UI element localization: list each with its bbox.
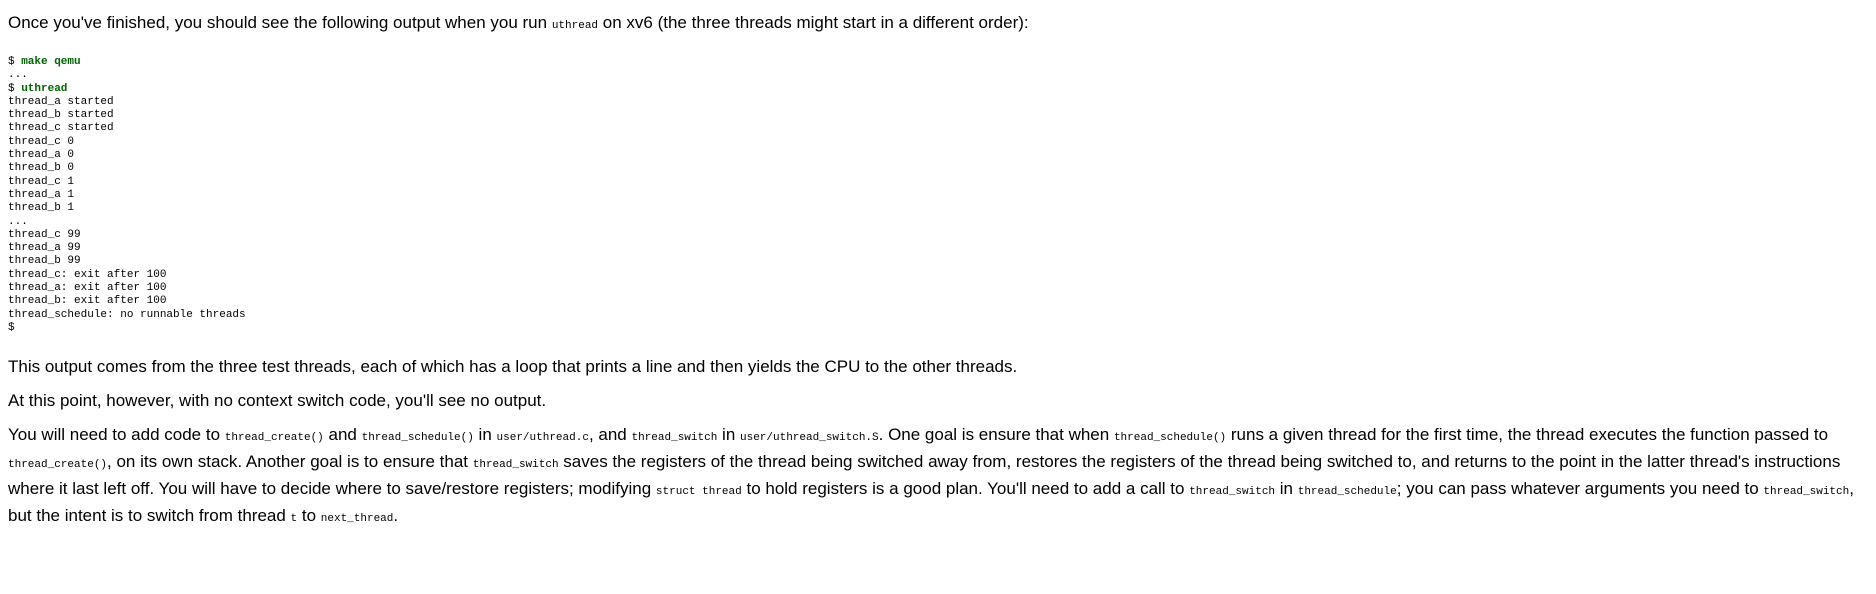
task-text: in bbox=[1275, 479, 1298, 499]
output-explanation-paragraph: This output comes from the three test th… bbox=[8, 357, 1018, 377]
command-make-qemu: make qemu bbox=[21, 56, 81, 68]
intro-text: Once you've finished, you should see the… bbox=[8, 13, 552, 32]
terminal-line: thread_b 99 bbox=[8, 255, 81, 268]
task-text: , and bbox=[588, 425, 632, 445]
shell-prompt: $ bbox=[8, 82, 22, 95]
terminal-line: thread_b started bbox=[8, 109, 114, 122]
intro-text: on xv6 (the three threads might start in… bbox=[598, 13, 1029, 32]
task-text: in bbox=[473, 425, 497, 445]
inline-code: user/uthread_switch.S bbox=[740, 432, 879, 445]
terminal-line: thread_a 0 bbox=[8, 149, 75, 162]
inline-code-uthread: uthread bbox=[551, 20, 599, 32]
terminal-line: thread_schedule: no runnable threads bbox=[8, 308, 246, 321]
inline-code: thread_create() bbox=[224, 432, 324, 445]
terminal-line: thread_a 99 bbox=[8, 242, 81, 255]
terminal-line: thread_b 1 bbox=[8, 202, 75, 215]
shell-prompt: $ bbox=[8, 56, 22, 68]
task-text: , on its own stack. Another goal is to e… bbox=[107, 452, 473, 472]
terminal-line: thread_b 0 bbox=[8, 162, 75, 175]
task-text: You will need to add code to bbox=[8, 425, 225, 445]
task-text: ; you can pass whatever arguments you ne… bbox=[1396, 479, 1764, 499]
terminal-line: thread_a: exit after 100 bbox=[8, 282, 167, 295]
inline-code: thread_switch bbox=[472, 459, 559, 472]
task-text: to hold registers is a good plan. You'll… bbox=[741, 479, 1190, 499]
inline-code: thread_schedule bbox=[1297, 486, 1397, 499]
inline-code: thread_create() bbox=[8, 459, 108, 472]
task-text: runs a given thread for the first time, … bbox=[1226, 425, 1829, 445]
intro-paragraph: Once you've finished, you should see the… bbox=[8, 11, 1868, 38]
inline-code: thread_switch bbox=[1763, 486, 1850, 499]
no-output-paragraph: At this point, however, with no context … bbox=[8, 391, 547, 411]
task-text: and bbox=[323, 425, 362, 445]
terminal-line: thread_a 1 bbox=[8, 188, 75, 201]
task-text: in bbox=[717, 425, 740, 445]
terminal-line: thread_b: exit after 100 bbox=[8, 295, 167, 308]
terminal-line: thread_c started bbox=[8, 122, 114, 135]
command-uthread: uthread bbox=[21, 82, 68, 95]
task-text: . One goal is ensure that when bbox=[878, 425, 1114, 445]
task-paragraph: You will need to add code to thread_crea… bbox=[8, 423, 1874, 531]
terminal-line: thread_c 1 bbox=[8, 175, 75, 188]
inline-code: thread_schedule() bbox=[361, 432, 474, 445]
terminal-ellipsis: ... bbox=[8, 69, 28, 82]
terminal-output-block: $ make qemu ... $ uthread thread_a start… bbox=[8, 56, 1868, 335]
inline-code: next_thread bbox=[320, 513, 394, 526]
terminal-line: thread_a started bbox=[8, 95, 114, 108]
terminal-line: ... bbox=[8, 215, 28, 228]
terminal-line: thread_c: exit after 100 bbox=[8, 268, 167, 281]
inline-code: thread_schedule() bbox=[1113, 432, 1227, 445]
terminal-line: thread_c 99 bbox=[8, 228, 81, 241]
inline-code: thread_switch bbox=[631, 432, 718, 445]
task-text: . bbox=[393, 506, 399, 526]
terminal-line: $ bbox=[8, 321, 15, 334]
inline-code: thread_switch bbox=[1189, 486, 1276, 499]
document-page: Once you've finished, you should see the… bbox=[0, 0, 1876, 531]
inline-code: struct thread bbox=[655, 486, 742, 499]
task-text: to bbox=[297, 506, 321, 526]
inline-code: user/uthread.c bbox=[496, 432, 589, 445]
terminal-line: thread_c 0 bbox=[8, 135, 75, 148]
